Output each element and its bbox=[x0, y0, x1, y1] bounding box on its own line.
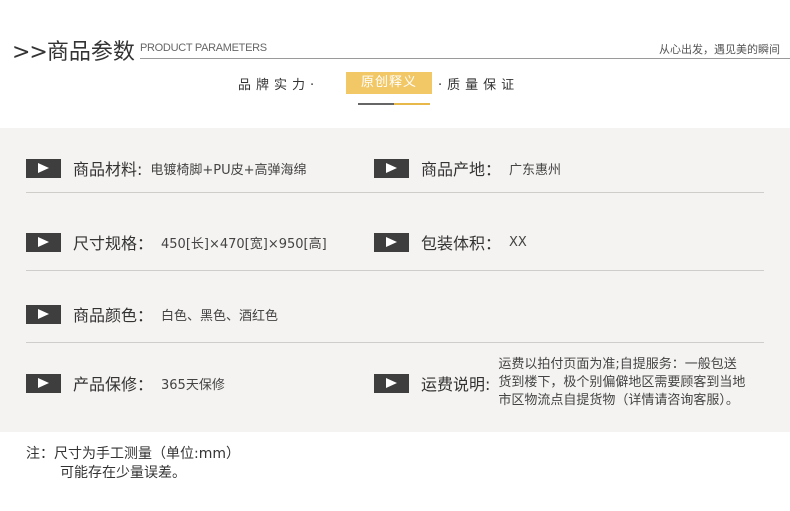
tab-original-meaning[interactable]: 原创释义 bbox=[346, 72, 432, 94]
param-warranty: 产品保修： 365天保修 bbox=[26, 348, 366, 418]
param-label: 运费说明: bbox=[421, 375, 491, 394]
tab-underline bbox=[358, 103, 430, 105]
tab-quality-guarantee[interactable]: ·质量保证 bbox=[438, 74, 519, 93]
param-value: 运费以拍付页面为准;自提服务：一般包送货到楼下，极个别偏僻地区需要顾客到当地市区… bbox=[498, 357, 746, 408]
param-color: 商品颜色： 白色、黑色、酒红色 bbox=[26, 288, 366, 340]
param-label: 包装体积： bbox=[421, 234, 502, 253]
parameters-panel: 商品材料: 电镀椅脚+PU皮+高弹海绵 商品产地： 广东惠州 尺寸规格： 450… bbox=[0, 128, 790, 432]
param-row: 商品材料: 电镀椅脚+PU皮+高弹海绵 商品产地： 广东惠州 bbox=[26, 142, 764, 194]
param-value: 白色、黑色、酒红色 bbox=[161, 308, 279, 324]
play-marker-icon bbox=[374, 232, 409, 252]
double-chevron-icon: >> bbox=[12, 40, 48, 65]
param-value: 450[长]×470[宽]×950[高] bbox=[161, 236, 327, 252]
param-value: 电镀椅脚+PU皮+高弹海绵 bbox=[150, 162, 307, 178]
row-divider bbox=[26, 192, 764, 193]
param-row: 商品颜色： 白色、黑色、酒红色 bbox=[26, 288, 764, 340]
section-title: >>商品参数 bbox=[12, 34, 135, 66]
param-row: 尺寸规格： 450[长]×470[宽]×950[高] 包装体积： XX bbox=[26, 216, 764, 268]
brand-slogan: 从心出发，遇见美的瞬间 bbox=[659, 43, 780, 56]
param-shipping: 运费说明: 运费以拍付页面为准;自提服务：一般包送货到楼下，极个别偏僻地区需要顾… bbox=[374, 348, 764, 418]
param-label: 商品材料: bbox=[73, 160, 143, 179]
param-label: 尺寸规格： bbox=[73, 234, 154, 253]
param-value: XX bbox=[509, 234, 527, 250]
section-subtitle: PRODUCT PARAMETERS bbox=[140, 42, 267, 54]
page-header: >>商品参数 PRODUCT PARAMETERS 从心出发，遇见美的瞬间 品牌… bbox=[0, 0, 790, 128]
tab-bar: 品牌实力· 原创释义 ·质量保证 bbox=[0, 72, 790, 94]
param-package-volume: 包装体积： XX bbox=[374, 216, 764, 268]
row-divider bbox=[26, 342, 764, 343]
play-marker-icon bbox=[26, 373, 61, 393]
note-line: 注：尺寸为手工测量（单位:mm） bbox=[26, 446, 240, 462]
row-divider bbox=[26, 270, 764, 271]
param-origin: 商品产地： 广东惠州 bbox=[374, 142, 764, 194]
measurement-note: 注：尺寸为手工测量（单位:mm） 可能存在少量误差。 bbox=[26, 445, 240, 483]
param-label: 商品颜色： bbox=[73, 306, 154, 325]
section-title-text: 商品参数 bbox=[46, 40, 135, 65]
tab-brand-strength[interactable]: 品牌实力· bbox=[238, 74, 319, 93]
param-material: 商品材料: 电镀椅脚+PU皮+高弹海绵 bbox=[26, 142, 366, 194]
play-marker-icon bbox=[26, 158, 61, 178]
param-value: 365天保修 bbox=[161, 377, 225, 393]
param-value: 广东惠州 bbox=[509, 162, 562, 178]
header-divider bbox=[140, 58, 790, 59]
play-marker-icon bbox=[26, 232, 61, 252]
param-row: 产品保修： 365天保修 运费说明: 运费以拍付页面为准;自提服务：一般包送货到… bbox=[26, 348, 764, 418]
param-label: 商品产地： bbox=[421, 160, 502, 179]
param-size: 尺寸规格： 450[长]×470[宽]×950[高] bbox=[26, 216, 366, 268]
note-line: 可能存在少量误差。 bbox=[60, 465, 186, 481]
play-marker-icon bbox=[374, 158, 409, 178]
play-marker-icon bbox=[26, 304, 61, 324]
play-marker-icon bbox=[374, 373, 409, 393]
param-label: 产品保修： bbox=[73, 375, 154, 394]
